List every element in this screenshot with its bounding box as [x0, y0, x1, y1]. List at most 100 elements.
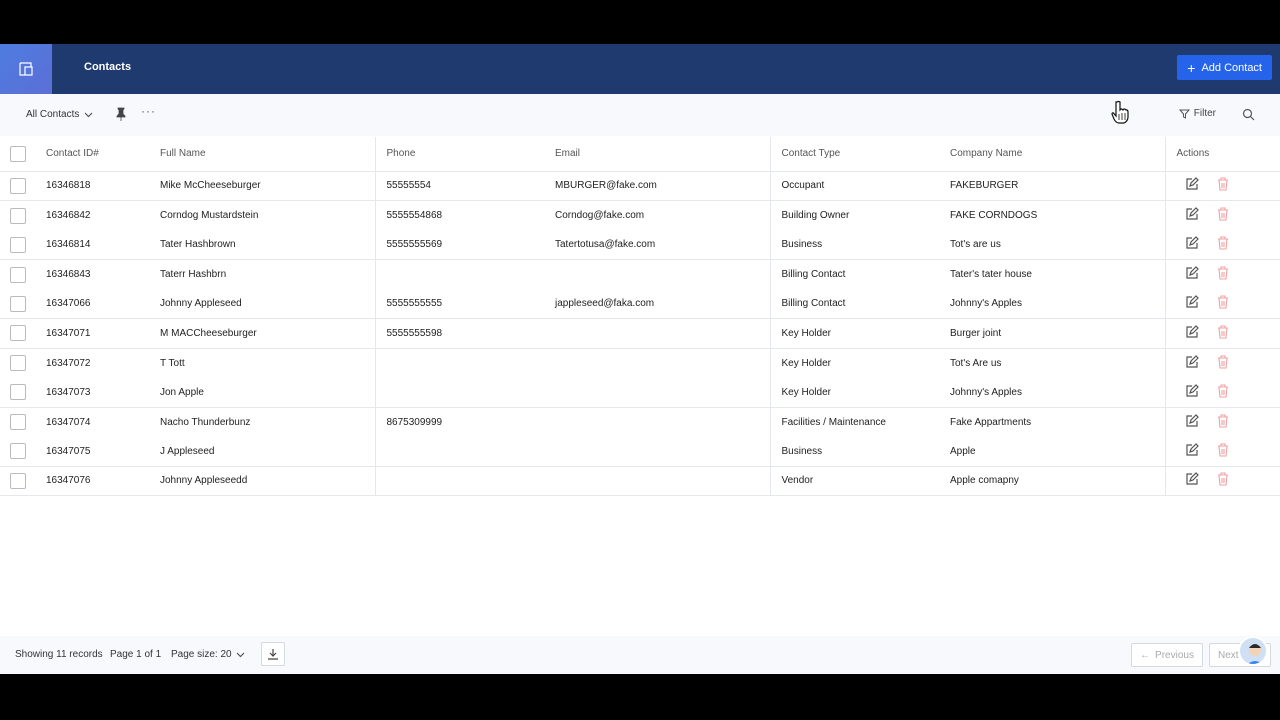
filter-icon — [1178, 109, 1190, 119]
row-checkbox[interactable] — [10, 266, 26, 283]
contact-type-cell: Occupant — [770, 171, 940, 201]
contact-id-cell: 16347074 — [46, 416, 91, 428]
page-indicator: Page 1 of 1 — [110, 649, 162, 660]
delete-icon[interactable] — [1217, 207, 1229, 221]
row-checkbox[interactable] — [10, 177, 26, 194]
company-name-cell: Apple — [940, 436, 1166, 467]
select-all-checkbox[interactable] — [10, 145, 26, 162]
delete-icon[interactable] — [1217, 177, 1229, 191]
filter-label: Filter — [1193, 108, 1216, 119]
table-footer: Showing 11 records Page 1 of 1 Page size… — [0, 636, 1280, 674]
edit-icon[interactable] — [1185, 236, 1199, 250]
edit-icon[interactable] — [1185, 207, 1199, 221]
row-checkbox[interactable] — [10, 472, 26, 489]
table-row[interactable]: 16346818 Mike McCheeseburger 55555554 MBURG… — [0, 171, 1280, 201]
edit-icon[interactable] — [1185, 177, 1199, 191]
row-checkbox[interactable] — [10, 384, 26, 400]
edit-icon[interactable] — [1185, 442, 1199, 457]
full-name-cell: M MACCheeseburger — [150, 318, 376, 349]
edit-icon[interactable] — [1185, 383, 1199, 398]
column-header-contact-type[interactable]: Contact Type — [770, 137, 940, 172]
table-row[interactable]: 16347075 J Appleseed Business Apple — [0, 436, 1280, 467]
search-icon[interactable] — [1242, 108, 1255, 121]
contact-id-cell: 16346814 — [36, 230, 150, 260]
download-button[interactable] — [261, 642, 285, 666]
phone-cell: 8675309999 — [386, 416, 443, 428]
edit-icon[interactable] — [1185, 354, 1199, 369]
column-header-company-name[interactable]: Company Name — [940, 137, 1166, 172]
company-name-cell: Johnny's Apples — [940, 289, 1166, 319]
company-name-cell: FAKE CORNDOGS — [940, 200, 1166, 230]
delete-icon[interactable] — [1217, 266, 1229, 280]
avatar[interactable] — [1238, 636, 1268, 666]
table-row[interactable]: 16347066 Johnny Appleseed 5555555555 japple… — [0, 289, 1280, 319]
row-checkbox[interactable] — [10, 207, 26, 224]
contact-id-cell: 16347076 — [36, 466, 150, 496]
column-header-email[interactable]: Email — [545, 137, 771, 172]
column-header-full-name[interactable]: Full Name — [150, 137, 376, 172]
phone-cell — [375, 377, 545, 408]
delete-icon[interactable] — [1217, 442, 1229, 457]
full-name-cell: Taterr Hashbrn — [150, 259, 376, 289]
more-options-button[interactable]: ··· — [141, 104, 156, 118]
app-logo[interactable] — [0, 44, 52, 94]
table-row[interactable]: 16347071 M MACCheeseburger 5555555598 Key H… — [0, 318, 1280, 349]
row-checkbox[interactable] — [10, 325, 26, 342]
page-title: Contacts — [84, 61, 132, 73]
table-row[interactable]: 16346842 Corndog Mustardstein 5555554868 Co… — [0, 200, 1280, 230]
column-header-phone[interactable]: Phone — [375, 137, 545, 172]
filter-button[interactable]: Filter — [1178, 108, 1216, 119]
phone-cell: 5555555555 — [375, 289, 545, 319]
table-row[interactable]: 16347076 Johnny Appleseedd Vendor Apple com… — [0, 466, 1280, 496]
row-checkbox[interactable] — [10, 295, 26, 312]
email-cell: jappleseed@faka.com — [545, 289, 771, 319]
delete-icon[interactable] — [1217, 383, 1229, 398]
delete-icon[interactable] — [1217, 295, 1229, 309]
full-name-cell: Tater Hashbrown — [150, 230, 376, 260]
email-cell — [545, 348, 771, 378]
edit-icon[interactable] — [1185, 295, 1199, 309]
full-name-cell: Mike McCheeseburger — [150, 171, 376, 201]
contact-type-cell: Business — [770, 230, 940, 260]
add-contact-button[interactable]: + Add Contact — [1177, 55, 1272, 80]
company-name-cell: Apple comapny — [940, 466, 1166, 496]
delete-icon[interactable] — [1217, 413, 1229, 428]
edit-icon[interactable] — [1185, 472, 1199, 486]
edit-icon[interactable] — [1185, 266, 1199, 280]
table-row[interactable]: 16347074 Nacho Thunderbunz 8675309999 Facil… — [0, 407, 1280, 437]
phone-cell: 5555554868 — [386, 210, 443, 221]
delete-icon[interactable] — [1217, 472, 1229, 486]
chevron-down-icon — [84, 112, 93, 117]
edit-icon[interactable] — [1185, 324, 1199, 339]
row-checkbox[interactable] — [10, 236, 26, 253]
email-cell: MBURGER@fake.com — [545, 171, 771, 201]
pin-icon[interactable] — [115, 107, 127, 121]
page-size-select[interactable]: Page size: 20 — [171, 649, 245, 660]
delete-icon[interactable] — [1217, 325, 1229, 339]
column-header-contact-id[interactable]: Contact ID# — [36, 137, 150, 172]
contact-id-cell: 16347066 — [36, 289, 150, 319]
row-checkbox[interactable] — [10, 355, 26, 371]
view-selector-label: All Contacts — [26, 109, 80, 120]
row-checkbox[interactable] — [10, 414, 26, 430]
company-name-cell: Tot's are us — [940, 230, 1166, 260]
row-checkbox[interactable] — [10, 443, 26, 459]
phone-cell — [375, 466, 545, 496]
arrow-left-icon: ← — [1140, 649, 1151, 661]
delete-icon[interactable] — [1217, 236, 1229, 250]
email-cell — [545, 407, 771, 437]
table-row[interactable]: 16346843 Taterr Hashbrn Billing Contact Tat… — [0, 259, 1280, 289]
previous-page-button[interactable]: ← Previous — [1131, 643, 1203, 667]
contact-id-cell: 16346843 — [46, 269, 91, 280]
delete-icon[interactable] — [1217, 354, 1229, 369]
phone-cell: 5555555569 — [375, 230, 545, 260]
full-name-cell: Johnny Appleseedd — [150, 466, 376, 496]
contact-id-cell: 16346842 — [46, 210, 91, 221]
table-header-row: Contact ID# Full Name Phone Email Contac… — [0, 137, 1280, 172]
table-row[interactable]: 16346814 Tater Hashbrown 5555555569 Taterto… — [0, 230, 1280, 260]
table-row[interactable]: 16347073 Jon Apple Key Holder Johnny's Appl… — [0, 377, 1280, 408]
table-row[interactable]: 16347072 T Tott Key Holder Tot's Are us — [0, 348, 1280, 378]
previous-label: Previous — [1155, 649, 1194, 661]
edit-icon[interactable] — [1185, 413, 1199, 428]
view-selector[interactable]: All Contacts — [26, 109, 93, 120]
